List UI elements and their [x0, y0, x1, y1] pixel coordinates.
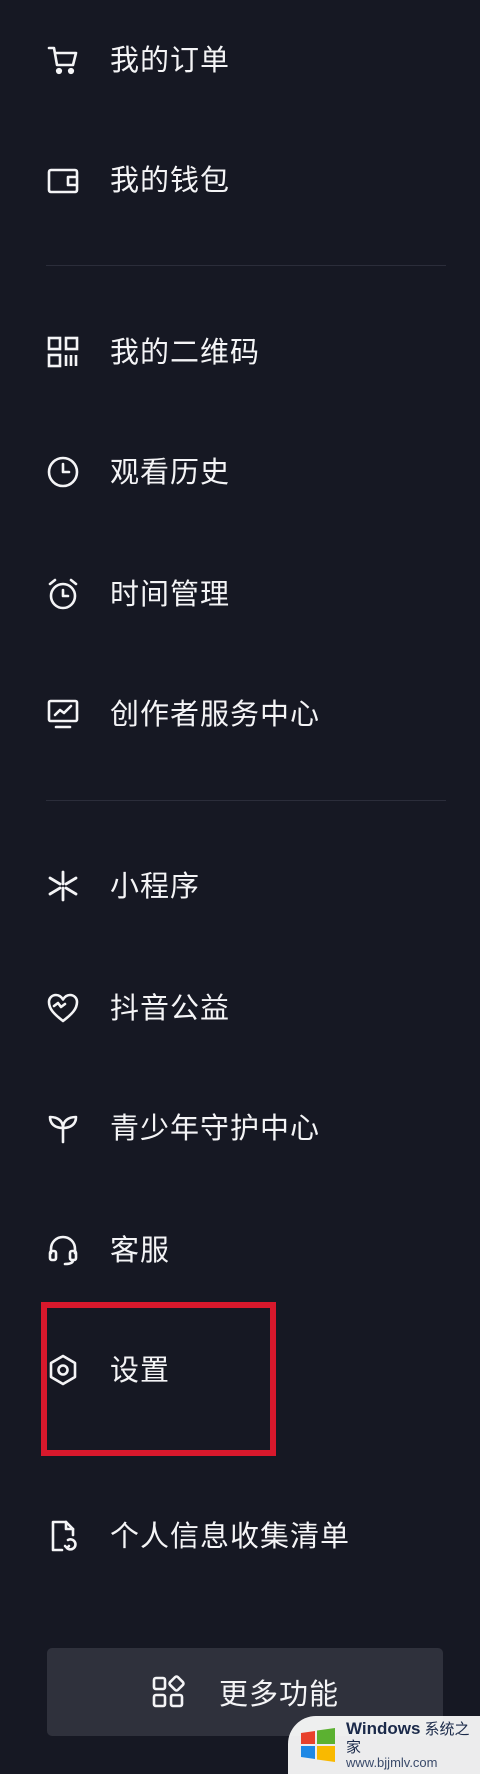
windows-logo-icon [298, 1725, 338, 1765]
grid-icon [151, 1675, 185, 1709]
alarm-clock-icon [46, 577, 80, 611]
cart-icon [46, 43, 80, 77]
watermark: Windows 系统之家 www.bjjmlv.com [288, 1716, 480, 1774]
menu-label-history: 观看历史 [110, 455, 231, 489]
menu-label-customer-service: 客服 [110, 1233, 171, 1267]
menu-item-personal-info[interactable]: 个人信息收集清单 [0, 1496, 480, 1576]
headset-icon [46, 1233, 80, 1267]
monitor-chart-icon [46, 697, 80, 731]
menu-label-orders: 我的订单 [110, 43, 231, 77]
menu-label-charity: 抖音公益 [110, 991, 231, 1025]
document-icon [46, 1519, 80, 1553]
menu-label-qrcode: 我的二维码 [110, 335, 261, 369]
menu-item-mini-programs[interactable]: 小程序 [0, 846, 480, 926]
menu-item-orders[interactable]: 我的订单 [0, 20, 480, 100]
menu-label-creator-center: 创作者服务中心 [110, 697, 321, 731]
clock-icon [46, 455, 80, 489]
menu-item-youth-protection[interactable]: 青少年守护中心 [0, 1088, 480, 1168]
menu-item-charity[interactable]: 抖音公益 [0, 968, 480, 1048]
menu-item-history[interactable]: 观看历史 [0, 432, 480, 512]
gear-icon [46, 1353, 80, 1387]
menu-item-settings[interactable]: 设置 [0, 1330, 480, 1410]
menu-item-wallet[interactable]: 我的钱包 [0, 140, 480, 220]
menu-item-customer-service[interactable]: 客服 [0, 1210, 480, 1290]
watermark-url: www.bjjmlv.com [346, 1754, 438, 1770]
menu-item-creator-center[interactable]: 创作者服务中心 [0, 674, 480, 754]
menu-label-settings: 设置 [110, 1353, 171, 1387]
watermark-brand: Windows [346, 1718, 421, 1738]
divider [46, 800, 446, 801]
menu-label-personal-info: 个人信息收集清单 [110, 1519, 351, 1553]
wallet-icon [46, 163, 80, 197]
heart-icon [46, 991, 80, 1025]
asterisk-icon [46, 869, 80, 903]
divider [46, 265, 446, 266]
menu-label-mini-programs: 小程序 [110, 869, 201, 903]
menu-item-time-management[interactable]: 时间管理 [0, 554, 480, 634]
qrcode-icon [46, 335, 80, 369]
menu-label-youth-protection: 青少年守护中心 [110, 1111, 321, 1145]
sprout-icon [46, 1111, 80, 1145]
menu-item-qrcode[interactable]: 我的二维码 [0, 312, 480, 392]
menu-label-wallet: 我的钱包 [110, 163, 231, 197]
menu-label-time-management: 时间管理 [110, 577, 231, 611]
more-functions-label: 更多功能 [218, 1677, 339, 1711]
